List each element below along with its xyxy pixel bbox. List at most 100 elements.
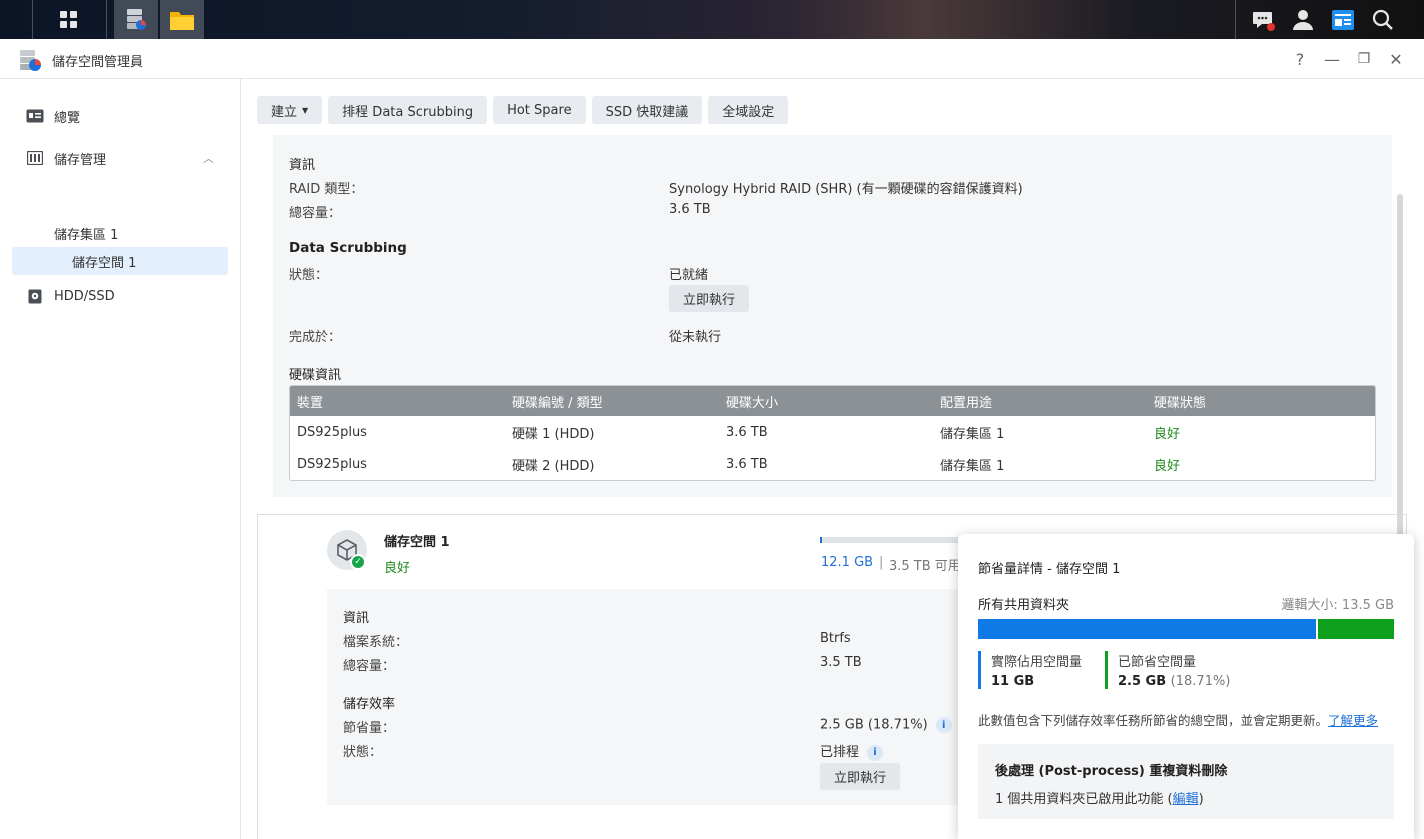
- scrubbing-completed-label: 完成於：: [289, 330, 342, 345]
- used-space-value: 11 GB: [991, 674, 1035, 689]
- volume-usage-bar: [820, 537, 960, 543]
- table-cell: 3.6 TB: [726, 424, 768, 440]
- efficiency-title: 儲存效率: [343, 697, 396, 712]
- schedule-scrubbing-button[interactable]: 排程 Data Scrubbing: [328, 96, 488, 124]
- file-station-task-button[interactable]: [160, 0, 204, 39]
- sidebar-item-label: 儲存集區 1: [54, 227, 119, 243]
- create-label: 建立: [271, 104, 298, 120]
- table-row[interactable]: DS925plus 硬碟 2 (HDD) 3.6 TB 儲存集區 1 良好: [290, 448, 1375, 480]
- volume-capacity-value: 3.5 TB: [820, 655, 862, 670]
- user-button[interactable]: [1290, 0, 1316, 39]
- sidebar-item-label: 儲存空間 1: [72, 255, 137, 271]
- volume-used-separator: |: [879, 555, 884, 570]
- post-process-box: 後處理 (Post-process) 重複資料刪除 1 個共用資料夾已啟用此功能…: [978, 744, 1394, 819]
- chevron-up-icon[interactable]: ︿: [203, 150, 214, 166]
- pool-capacity-label: 總容量：: [289, 206, 342, 221]
- sidebar-item-overview[interactable]: 總覽: [12, 102, 228, 130]
- ssd-cache-advisor-button[interactable]: SSD 快取建議: [591, 96, 703, 124]
- scrubbing-title: Data Scrubbing: [289, 240, 407, 256]
- restore-button[interactable]: ❐: [1352, 47, 1376, 71]
- saved-space-value-line: 2.5 GB (18.71%): [1118, 674, 1230, 689]
- caret-down-icon: ▼: [302, 105, 309, 115]
- raid-type-value: Synology Hybrid RAID (SHR) (有一顆硬碟的容錯保護資料…: [669, 182, 1023, 197]
- scrubbing-status-label: 狀態：: [289, 268, 329, 283]
- storage-manager-icon: [127, 8, 146, 30]
- widgets-button[interactable]: [1329, 0, 1357, 39]
- volume-icon: ✓: [327, 530, 367, 570]
- volume-capacity-label: 總容量：: [343, 659, 396, 674]
- check-icon: ✓: [350, 554, 366, 570]
- user-icon: [1293, 9, 1313, 30]
- savings-bar: [978, 619, 1394, 639]
- used-space-legend: 實際佔用空間量 11 GB: [978, 651, 1082, 689]
- column-header-size: 硬碟大小: [726, 395, 779, 411]
- saved-space-title: 已節省空間量: [1118, 655, 1197, 670]
- notifications-button[interactable]: [1248, 0, 1278, 39]
- info-icon[interactable]: i: [935, 717, 952, 733]
- post-process-title: 後處理 (Post-process) 重複資料刪除: [995, 764, 1228, 779]
- sidebar-item-label: 儲存管理: [54, 152, 107, 168]
- table-cell: 儲存集區 1: [940, 426, 1005, 442]
- taskbar: [0, 0, 1424, 39]
- main-menu-button[interactable]: [48, 0, 90, 39]
- savings-note: 此數值包含下列儲存效率任務所節省的總空間，並會定期更新。了解更多: [978, 710, 1398, 729]
- sidebar-item-pool-1[interactable]: 儲存集區 1: [12, 219, 228, 247]
- volume-status: 良好: [384, 561, 411, 576]
- overview-icon: [26, 108, 44, 124]
- scrubbing-status-value: 已就緒: [669, 268, 709, 283]
- table-cell: DS925plus: [297, 456, 367, 472]
- disk-table: 裝置 硬碟編號 / 類型 硬碟大小 配置用途 硬碟狀態 DS925plus 硬碟…: [289, 385, 1376, 481]
- column-header-status: 硬碟狀態: [1154, 395, 1207, 411]
- edit-link[interactable]: 編輯: [1173, 792, 1199, 807]
- efficiency-run-now-button[interactable]: 立即執行: [820, 763, 901, 790]
- savings-details-popover: 節省量詳情 - 儲存空間 1 所有共用資料夾 邏輯大小: 13.5 GB 實際佔…: [958, 534, 1414, 839]
- grid-icon: [60, 10, 77, 28]
- efficiency-status-value: 已排程: [820, 745, 860, 760]
- sidebar-item-volume-1[interactable]: 儲存空間 1: [12, 247, 228, 275]
- used-space-title: 實際佔用空間量: [991, 655, 1083, 670]
- logical-size: 邏輯大小: 13.5 GB: [1281, 598, 1394, 613]
- close-button[interactable]: ✕: [1384, 47, 1408, 71]
- widgets-icon: [1332, 9, 1354, 30]
- filesystem-label: 檔案系統：: [343, 635, 409, 650]
- search-button[interactable]: [1370, 0, 1396, 39]
- create-button[interactable]: 建立 ▼: [257, 96, 323, 124]
- learn-more-link[interactable]: 了解更多: [1328, 713, 1378, 728]
- scrubbing-run-now-button[interactable]: 立即執行: [669, 285, 750, 312]
- volume-info-title: 資訊: [343, 611, 370, 626]
- search-icon: [1372, 9, 1393, 30]
- post-process-close-paren: ): [1198, 792, 1204, 807]
- storage-icon: [26, 150, 44, 166]
- table-cell: 硬碟 2 (HDD): [512, 458, 595, 474]
- disk-table-header: 裝置 硬碟編號 / 類型 硬碟大小 配置用途 硬碟狀態: [290, 386, 1375, 416]
- sidebar-item-label: HDD/SSD: [54, 288, 115, 304]
- table-cell: 3.6 TB: [726, 456, 768, 472]
- table-row[interactable]: DS925plus 硬碟 1 (HDD) 3.6 TB 儲存集區 1 良好: [290, 416, 1375, 448]
- taskbar-divider: [106, 0, 107, 39]
- sidebar-item-label: 總覽: [54, 110, 81, 126]
- chat-icon: [1253, 11, 1275, 31]
- storage-manager-task-button[interactable]: [114, 0, 158, 39]
- sidebar-item-hdd-ssd[interactable]: HDD/SSD: [12, 282, 228, 310]
- saved-value-row: 2.5 GB (18.71%) i: [820, 717, 952, 733]
- post-process-text: 1 個共用資料夾已啟用此功能 (: [995, 792, 1173, 807]
- window-titlebar: 儲存空間管理員 ? — ❐ ✕: [0, 39, 1424, 79]
- hot-spare-button[interactable]: Hot Spare: [493, 96, 586, 124]
- saved-space-fill: [1318, 619, 1394, 639]
- help-button[interactable]: ?: [1288, 47, 1312, 71]
- taskbar-divider: [1235, 0, 1236, 39]
- savings-note-text: 此數值包含下列儲存效率任務所節省的總空間，並會定期更新。: [978, 713, 1329, 728]
- minimize-button[interactable]: —: [1320, 47, 1344, 71]
- info-icon[interactable]: i: [867, 744, 884, 761]
- sidebar-item-storage[interactable]: 儲存管理 ︿: [12, 144, 228, 172]
- folder-icon: [170, 11, 194, 30]
- volume-usage-fill: [820, 537, 822, 543]
- saved-space-value: 2.5 GB: [1118, 674, 1167, 689]
- raid-type-label: RAID 類型：: [289, 182, 364, 197]
- filesystem-value: Btrfs: [820, 631, 851, 646]
- global-settings-button[interactable]: 全域設定: [708, 96, 789, 124]
- saved-value: 2.5 GB (18.71%): [820, 717, 928, 733]
- table-cell: 儲存集區 1: [940, 458, 1005, 474]
- pool-detail-panel: 資訊 RAID 類型： Synology Hybrid RAID (SHR) (…: [273, 135, 1392, 497]
- table-cell: 硬碟 1 (HDD): [512, 426, 595, 442]
